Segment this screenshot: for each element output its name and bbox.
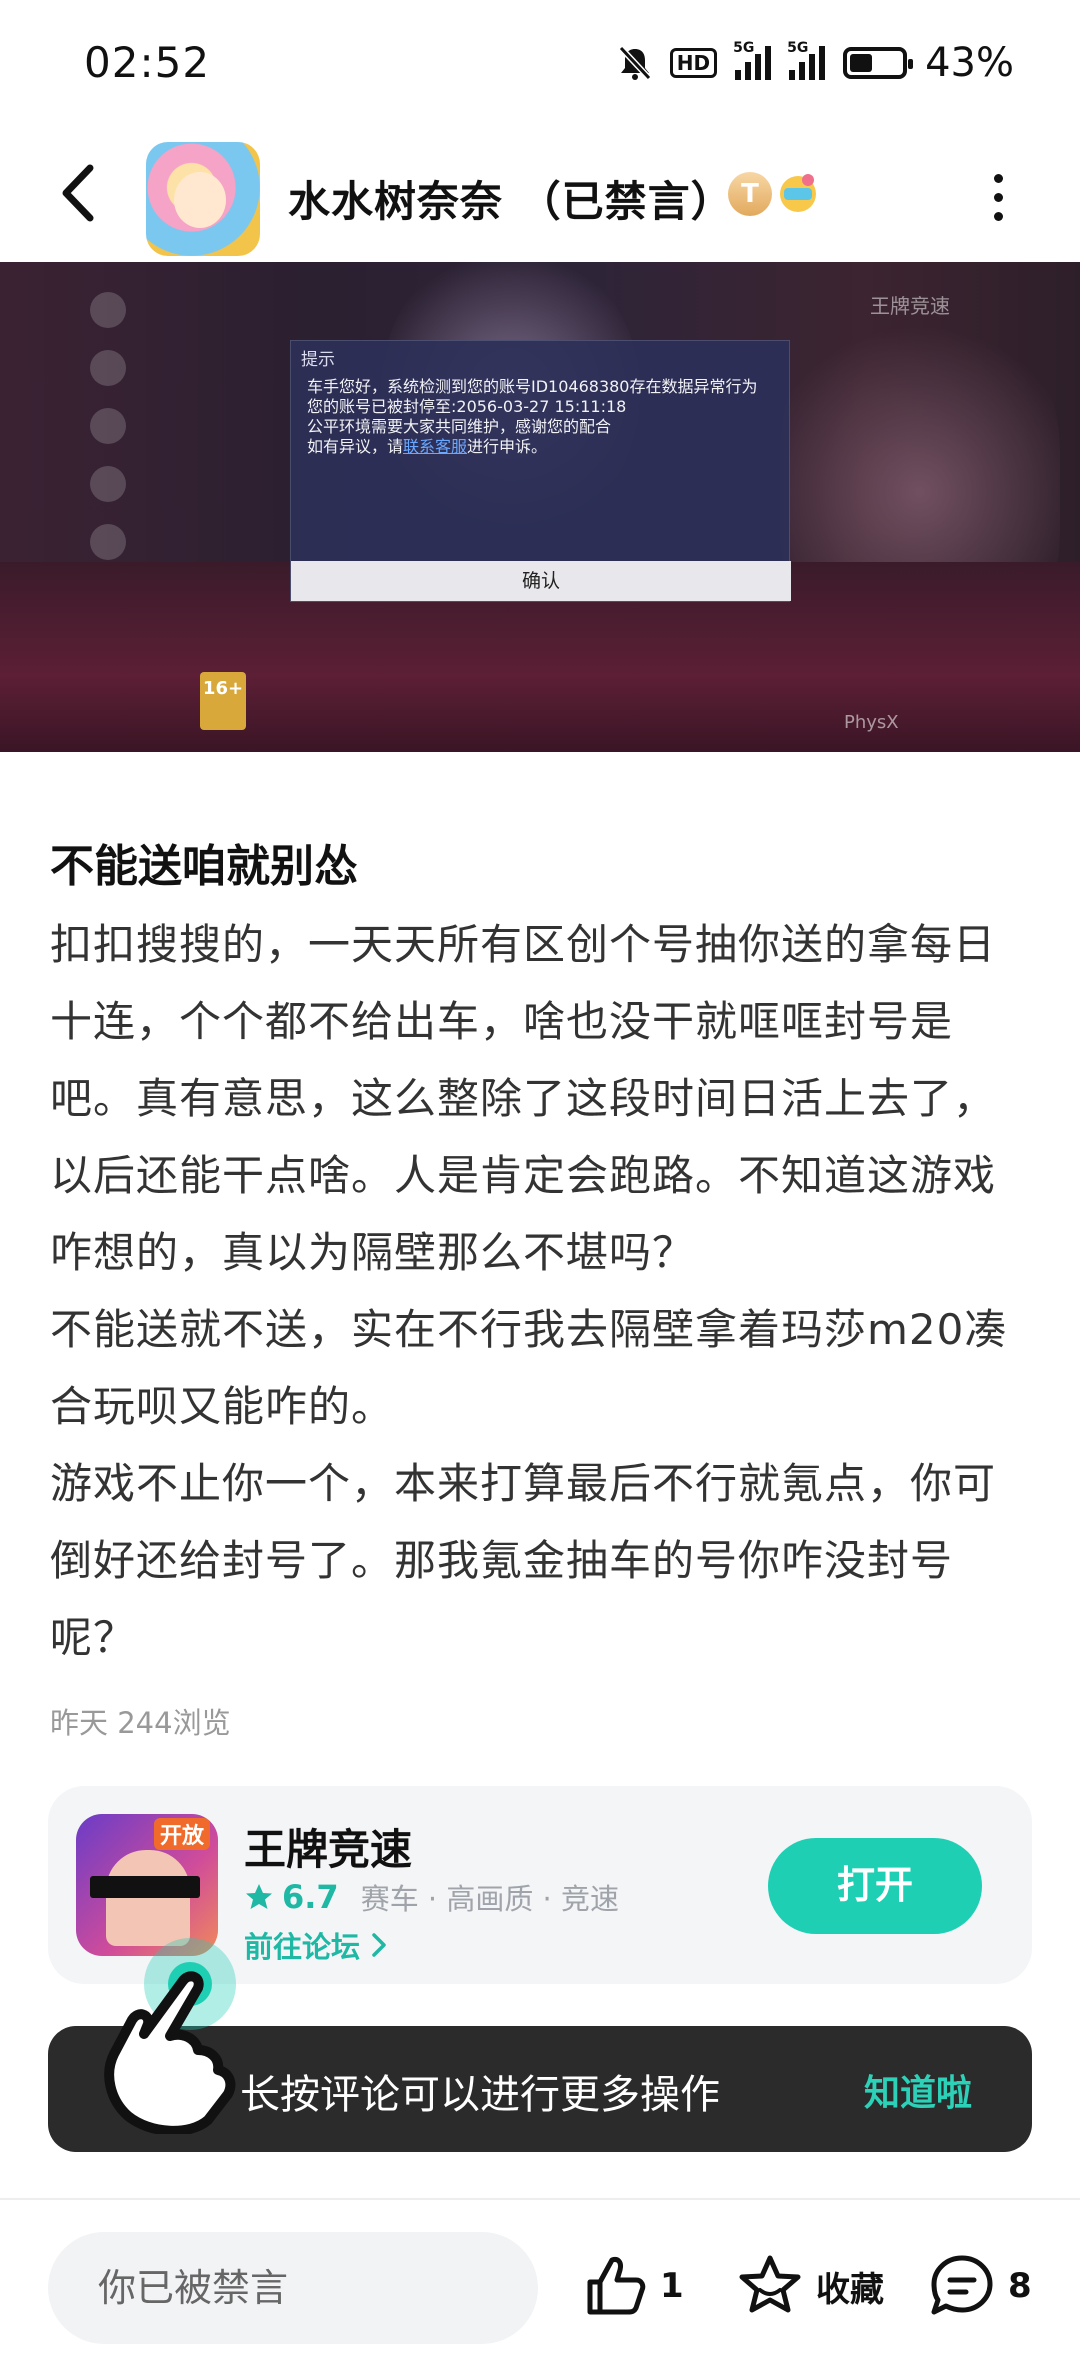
signal-icon-2: 5G [787, 40, 826, 80]
post-paragraph: 扣扣搜搜的，一天天所有区创个号抽你送的拿每日十连，个个都不给出车，啥也没干就哐哐… [50, 920, 997, 1277]
hint-dismiss-button[interactable]: 知道啦 [864, 2064, 972, 2116]
battery-percent: 43% [925, 40, 1014, 86]
post-meta: 昨天 244浏览 [50, 1706, 231, 1740]
comment-count: 8 [1008, 2266, 1032, 2306]
chevron-left-icon [62, 164, 94, 222]
star-outline-icon [739, 2255, 801, 2313]
ban-notice-dialog: 提示 车手您好，系统检测到您的账号ID10468380存在数据异常行为 您的账号… [290, 340, 791, 602]
signal-icon: 5G [733, 40, 772, 80]
game-logo-text: 王牌竞速 [870, 294, 950, 318]
game-name[interactable]: 王牌竞速 [244, 1816, 412, 1877]
like-button[interactable]: 1 [580, 2252, 684, 2320]
rating-value: 6.7 [282, 1878, 339, 1916]
back-button[interactable] [52, 158, 112, 228]
comment-bubble-icon [931, 2255, 993, 2315]
hd-icon: HD [669, 48, 718, 78]
author-name[interactable]: 水水树奈奈 （已禁言） [288, 168, 734, 229]
star-icon [246, 1884, 272, 1909]
dialog-ok-label: 确认 [291, 561, 791, 601]
game-rating: 6.7 赛车 · 高画质 · 竞速 [244, 1876, 619, 1918]
comment-input[interactable]: 你已被禁言 [48, 2232, 538, 2344]
post-title: 不能送咱就别怂 [50, 841, 358, 892]
post-paragraph: 不能送就不送，实在不行我去隔壁拿着玛莎m20凑合玩呗又能咋的。 [50, 1305, 1008, 1431]
post-image[interactable]: 王牌竞速 提示 车手您好，系统检测到您的账号ID10468380存在数据异常行为… [0, 262, 1080, 752]
pointing-hand-icon [104, 1938, 236, 2134]
forum-link[interactable]: 前往论坛 [244, 1924, 388, 1966]
dialog-body: 车手您好，系统检测到您的账号ID10468380存在数据异常行为 您的账号已被封… [307, 377, 758, 456]
favorite-button[interactable]: 收藏 [736, 2252, 884, 2320]
post-header: 水水树奈奈 （已禁言） T [0, 130, 1080, 262]
favorite-label: 收藏 [816, 2269, 884, 2310]
status-time: 02:52 [84, 38, 211, 87]
level-badge-icon: T [728, 172, 772, 216]
thumbs-up-icon [587, 2257, 646, 2315]
physx-logo: PhysX [844, 712, 899, 733]
post-body: 扣扣搜搜的，一天天所有区创个号抽你送的拿每日十连，个个都不给出车，啥也没干就哐哐… [50, 906, 1030, 1676]
game-tags: 赛车 · 高画质 · 竞速 [360, 1882, 619, 1916]
age-rating-badge: 16+ [200, 672, 246, 730]
author-avatar[interactable] [146, 142, 260, 256]
hint-text: 长按评论可以进行更多操作 [240, 2072, 720, 2118]
like-count: 1 [660, 2266, 684, 2306]
more-options-button[interactable] [986, 174, 1010, 224]
more-vertical-icon [986, 174, 1010, 221]
chevron-right-icon [372, 1933, 386, 1957]
status-bar: 02:52 HD 5G 5G 43% [0, 0, 1080, 130]
mute-icon [618, 45, 651, 81]
comment-button[interactable]: 8 [928, 2252, 1032, 2320]
battery-icon [843, 47, 914, 79]
game-badge-icon [780, 174, 816, 212]
divider [0, 2198, 1080, 2200]
post-paragraph: 游戏不止你一个，本来打算最后不行就氪点，你可倒好还给封号了。那我氪金抽车的号你咋… [50, 1459, 997, 1662]
dialog-title: 提示 [301, 350, 335, 370]
status-icons: HD 5G 5G 43% [618, 40, 1014, 86]
open-game-button[interactable]: 打开 [768, 1838, 982, 1934]
game-icon-tag: 开放 [153, 1818, 210, 1850]
game-side-icons [90, 292, 130, 582]
